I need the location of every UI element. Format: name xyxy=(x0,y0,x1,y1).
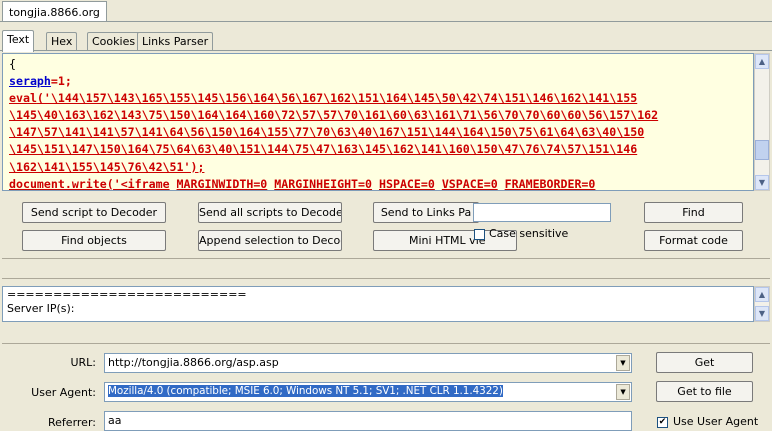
divider xyxy=(2,343,770,344)
case-sensitive-label: Case sensitive xyxy=(489,227,569,240)
code-text: HSPACE=0 xyxy=(379,176,435,191)
output-line: ========================== xyxy=(7,288,247,301)
divider xyxy=(2,278,770,279)
code-text: \147\57\141\141\57\141\64\56\150\164\155… xyxy=(9,125,645,140)
code-text: =1; xyxy=(50,74,72,89)
code-text: MARGINHEIGHT=0 xyxy=(274,176,373,191)
tab-hex[interactable]: Hex xyxy=(46,32,78,51)
code-editor[interactable]: { seraph=1; eval('\144\157\143\165\155\1… xyxy=(2,53,754,191)
code-text: ('\144\157\143\165\155\145\156\164\56\16… xyxy=(36,91,638,106)
format-code-button[interactable]: Format code xyxy=(644,230,743,251)
code-text: seraph xyxy=(9,74,51,89)
divider xyxy=(0,50,772,51)
get-button[interactable]: Get xyxy=(656,352,753,373)
code-text: eval xyxy=(9,91,37,106)
user-agent-label: User Agent: xyxy=(31,386,96,399)
referrer-label: Referrer: xyxy=(48,416,96,429)
send-all-scripts-button[interactable]: Send all scripts to Decoder xyxy=(198,202,342,223)
use-user-agent-checkbox[interactable]: ✔ xyxy=(657,417,668,428)
window-tab[interactable]: tongjia.8866.org xyxy=(2,1,107,22)
code-scrollbar[interactable]: ▲ ▼ xyxy=(754,53,770,191)
user-agent-combobox[interactable]: Mozilla/4.0 (compatible; MSIE 6.0; Windo… xyxy=(104,382,632,402)
case-sensitive-checkbox[interactable] xyxy=(474,229,485,240)
find-input[interactable] xyxy=(473,203,611,222)
append-selection-button[interactable]: Append selection to Decoder xyxy=(198,230,342,251)
code-text: \145\40\163\162\143\75\150\164\164\160\7… xyxy=(9,108,659,123)
code-text: { xyxy=(9,57,16,71)
scroll-thumb[interactable] xyxy=(755,140,769,160)
find-objects-button[interactable]: Find objects xyxy=(22,230,166,251)
use-user-agent-label: Use User Agent xyxy=(673,415,759,428)
output-panel[interactable]: ========================== Server IP(s): xyxy=(2,286,754,322)
scroll-down-icon[interactable]: ▼ xyxy=(755,306,769,321)
code-text: ('<iframe xyxy=(106,176,170,191)
url-value: http://tongjia.8866.org/asp.asp xyxy=(108,356,279,369)
chevron-down-icon[interactable]: ▼ xyxy=(616,355,630,371)
scroll-up-icon[interactable]: ▲ xyxy=(755,287,769,302)
divider xyxy=(0,21,772,22)
output-scrollbar[interactable]: ▲ ▼ xyxy=(754,286,770,322)
tab-cookies[interactable]: Cookies xyxy=(87,32,141,51)
url-label: URL: xyxy=(70,356,96,369)
scroll-down-icon[interactable]: ▼ xyxy=(755,175,769,190)
scroll-up-icon[interactable]: ▲ xyxy=(755,54,769,69)
divider xyxy=(2,258,770,259)
user-agent-value: Mozilla/4.0 (compatible; MSIE 6.0; Windo… xyxy=(108,385,503,397)
code-text: VSPACE=0 xyxy=(441,176,498,191)
url-combobox[interactable]: http://tongjia.8866.org/asp.asp ▼ xyxy=(104,353,632,373)
output-line: Server IP(s): xyxy=(7,302,75,315)
code-text: FRAMEBORDER=0 xyxy=(504,176,596,191)
code-text: \162\141\155\145\76\42\51'); xyxy=(9,159,205,174)
tab-text[interactable]: Text xyxy=(2,30,35,52)
code-text: \145\151\147\150\164\75\64\63\40\151\144… xyxy=(9,142,638,157)
find-button[interactable]: Find xyxy=(644,202,743,223)
send-to-links-parser-button[interactable]: Send to Links Pa xyxy=(373,202,479,223)
chevron-down-icon[interactable]: ▼ xyxy=(616,384,630,400)
code-text: document.write xyxy=(9,176,107,191)
send-script-to-decoder-button[interactable]: Send script to Decoder xyxy=(22,202,166,223)
tab-links-parser[interactable]: Links Parser xyxy=(137,32,214,51)
referrer-input[interactable]: aa xyxy=(104,411,632,431)
code-text: MARGINWIDTH=0 xyxy=(176,176,268,191)
get-to-file-button[interactable]: Get to file xyxy=(656,381,753,402)
